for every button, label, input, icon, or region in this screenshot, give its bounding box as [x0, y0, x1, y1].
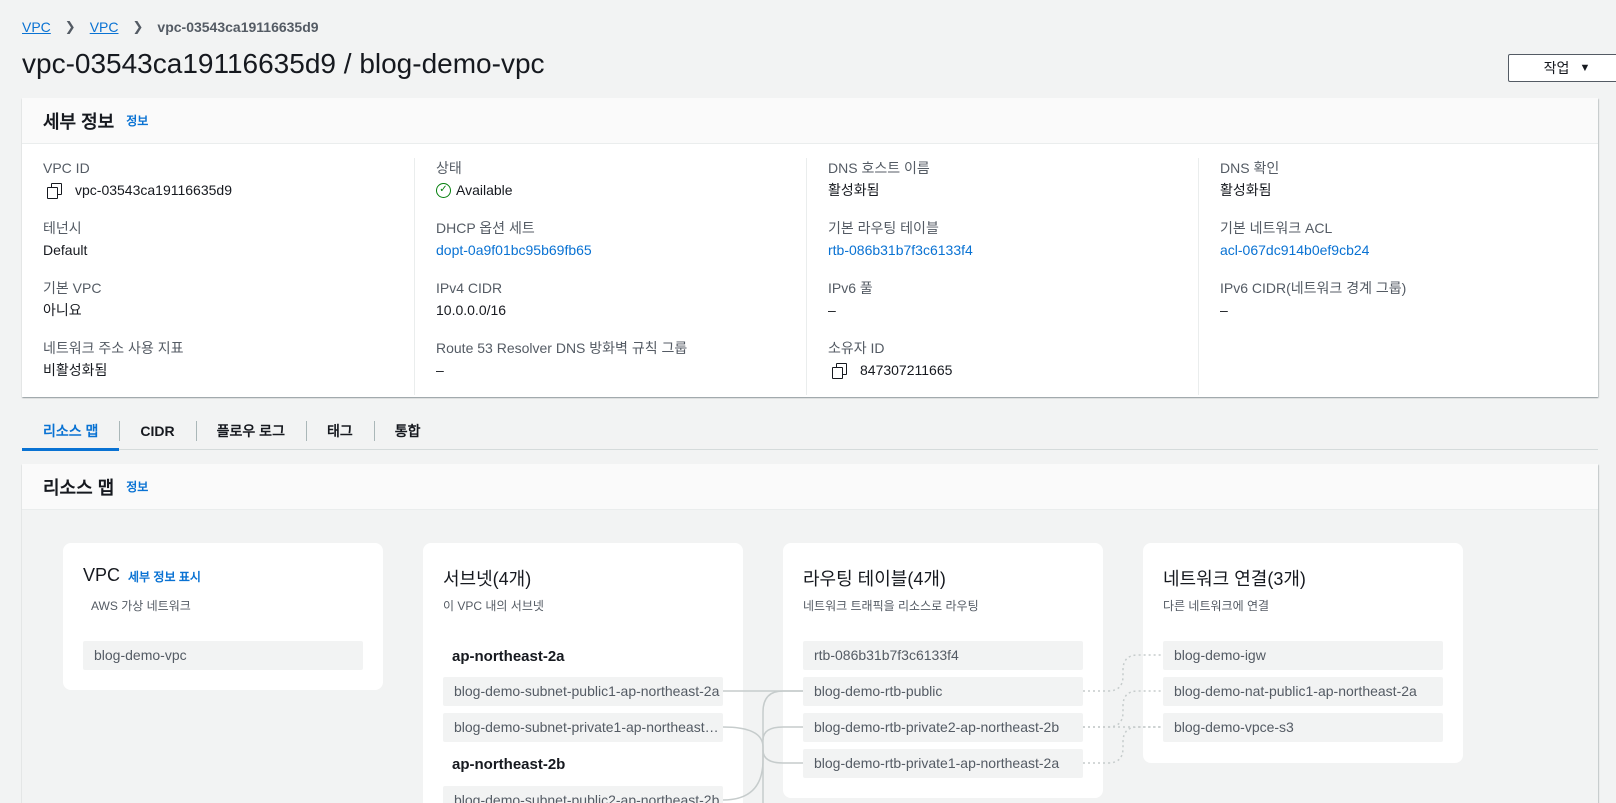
route-table-item[interactable]: blog-demo-rtb-private1-ap-northeast-2a: [803, 749, 1083, 778]
tab-cidr[interactable]: CIDR: [119, 412, 195, 450]
state-value: Available: [456, 182, 513, 198]
tab-bar: 리소스 맵 CIDR 플로우 로그 태그 통합: [22, 412, 1598, 451]
field-network-address-usage: 네트워크 주소 사용 지표 비활성화됨: [43, 338, 414, 398]
details-column-2: 상태 ✓ Available DHCP 옵션 세트 dopt-0a9f01bc95…: [414, 158, 806, 395]
field-ipv4-cidr: IPv4 CIDR 10.0.0.0/16: [436, 278, 806, 338]
az-label: ap-northeast-2a: [452, 648, 565, 665]
vpc-item[interactable]: blog-demo-vpc: [83, 641, 363, 670]
ipv6-pool-value: –: [828, 302, 836, 318]
details-header: 세부 정보 정보: [22, 98, 1598, 144]
field-label: 상태: [436, 160, 462, 176]
field-main-route-table: 기본 라우팅 테이블 rtb-086b31b7f3c6133f4: [828, 218, 1198, 278]
resource-map-info-link[interactable]: 정보: [126, 478, 148, 495]
field-label: DNS 확인: [1220, 160, 1280, 176]
subnet-item[interactable]: blog-demo-subnet-public1-ap-northeast-2a: [443, 677, 723, 706]
tab-integrations[interactable]: 통합: [373, 412, 442, 450]
network-connections-card-subtitle: 다른 네트워크에 연결: [1163, 599, 1270, 613]
resource-map-heading: 리소스 맵: [43, 477, 115, 498]
details-heading: 세부 정보: [43, 111, 115, 132]
tab-tags[interactable]: 태그: [305, 412, 374, 450]
details-column-1: VPC ID vpc-03543ca19116635d9 테넌시 Default…: [22, 158, 414, 395]
connection-item[interactable]: blog-demo-vpce-s3: [1163, 713, 1443, 742]
copy-icon[interactable]: [832, 363, 847, 379]
breadcrumb-current: vpc-03543ca19116635d9: [157, 19, 319, 35]
dns-hostnames-value: 활성화됨: [828, 182, 880, 198]
field-label: 기본 VPC: [43, 280, 102, 296]
field-main-network-acl: 기본 네트워크 ACL acl-067dc914b0ef9cb24: [1220, 218, 1590, 278]
field-route53-firewall: Route 53 Resolver DNS 방화벽 규칙 그룹 –: [436, 338, 806, 398]
vpc-card-subtitle: AWS 가상 네트워크: [91, 599, 191, 613]
actions-button[interactable]: 작업 ▼: [1508, 54, 1616, 82]
network-connections-card-title: 네트워크 연결(3개): [1163, 569, 1306, 589]
check-circle-icon: ✓: [436, 182, 451, 198]
subnet-item[interactable]: blog-demo-subnet-private1-ap-northeast-2…: [443, 713, 723, 742]
ipv6-cidr-value: –: [1220, 302, 1228, 318]
breadcrumb: VPC ❯ VPC ❯ vpc-03543ca19116635d9: [22, 16, 319, 38]
route-table-item[interactable]: blog-demo-rtb-private2-ap-northeast-2b: [803, 713, 1083, 742]
field-dns-resolution: DNS 확인 활성화됨: [1220, 158, 1590, 218]
copy-icon[interactable]: [47, 183, 62, 199]
field-label: 기본 네트워크 ACL: [1220, 220, 1333, 236]
show-details-link[interactable]: 세부 정보 표시: [128, 568, 201, 585]
route-tables-card-title: 라우팅 테이블(4개): [803, 569, 946, 589]
dns-resolution-value: 활성화됨: [1220, 182, 1272, 198]
actions-button-label: 작업: [1543, 60, 1570, 76]
tenancy-value: Default: [43, 242, 88, 258]
default-vpc-value: 아니요: [43, 302, 82, 318]
route-tables-card-subtitle: 네트워크 트래픽을 리소스로 라우팅: [803, 599, 979, 613]
chevron-right-icon: ❯: [132, 19, 144, 34]
field-label: 소유자 ID: [828, 340, 885, 356]
route53-firewall-value: –: [436, 362, 444, 378]
chevron-right-icon: ❯: [64, 19, 76, 34]
field-label: DHCP 옵션 세트: [436, 220, 535, 236]
page-title: vpc-03543ca19116635d9 / blog-demo-vpc: [22, 48, 545, 79]
tab-resource-map[interactable]: 리소스 맵: [22, 412, 120, 451]
field-label: 네트워크 주소 사용 지표: [43, 340, 184, 356]
caret-down-icon: ▼: [1579, 62, 1591, 74]
main-network-acl-link[interactable]: acl-067dc914b0ef9cb24: [1220, 238, 1590, 262]
field-default-vpc: 기본 VPC 아니요: [43, 278, 414, 338]
subnets-card-title: 서브넷(4개): [443, 569, 532, 589]
az-label: ap-northeast-2b: [452, 756, 566, 773]
details-panel: 세부 정보 정보 VPC ID vpc-03543ca19116635d9 테넌…: [22, 98, 1598, 397]
route-table-item[interactable]: rtb-086b31b7f3c6133f4: [803, 641, 1083, 670]
breadcrumb-vpc[interactable]: VPC: [90, 19, 119, 35]
vpc-card-title: VPC: [83, 565, 121, 585]
field-label: DNS 호스트 이름: [828, 160, 930, 176]
tab-flow-logs[interactable]: 플로우 로그: [195, 412, 306, 450]
field-dhcp-options: DHCP 옵션 세트 dopt-0a9f01bc95b69fb65: [436, 218, 806, 278]
ipv4-cidr-value: 10.0.0.0/16: [436, 302, 507, 318]
owner-id-value: 847307211665: [860, 362, 953, 378]
field-dns-hostnames: DNS 호스트 이름 활성화됨: [828, 158, 1198, 218]
field-label: IPv4 CIDR: [436, 280, 503, 296]
network-address-usage-value: 비활성화됨: [43, 362, 108, 378]
vpc-id-value: vpc-03543ca19116635d9: [75, 182, 232, 198]
field-ipv6-cidr: IPv6 CIDR(네트워크 경계 그룹) –: [1220, 278, 1590, 338]
breadcrumb-vpc-root[interactable]: VPC: [22, 19, 51, 35]
details-column-4: DNS 확인 활성화됨 기본 네트워크 ACL acl-067dc914b0ef…: [1198, 158, 1590, 395]
field-label: IPv6 CIDR(네트워크 경계 그룹): [1220, 280, 1407, 296]
resource-map-header: 리소스 맵 정보: [22, 464, 1598, 510]
field-label: Route 53 Resolver DNS 방화벽 규칙 그룹: [436, 340, 688, 356]
field-vpc-id: VPC ID vpc-03543ca19116635d9: [43, 158, 414, 218]
field-state: 상태 ✓ Available: [436, 158, 806, 218]
subnet-item[interactable]: blog-demo-subnet-public2-ap-northeast-2b: [443, 786, 723, 803]
field-label: VPC ID: [43, 160, 90, 176]
field-label: 기본 라우팅 테이블: [828, 220, 939, 236]
field-label: 테넌시: [43, 220, 82, 236]
details-info-link[interactable]: 정보: [126, 112, 148, 129]
subnets-card-subtitle: 이 VPC 내의 서브넷: [443, 599, 544, 613]
field-ipv6-pool: IPv6 풀 –: [828, 278, 1198, 338]
field-label: IPv6 풀: [828, 280, 873, 296]
field-tenancy: 테넌시 Default: [43, 218, 414, 278]
route-table-item[interactable]: blog-demo-rtb-public: [803, 677, 1083, 706]
connection-item[interactable]: blog-demo-nat-public1-ap-northeast-2a: [1163, 677, 1443, 706]
field-owner-id: 소유자 ID 847307211665: [828, 338, 1198, 398]
details-column-3: DNS 호스트 이름 활성화됨 기본 라우팅 테이블 rtb-086b31b7f…: [806, 158, 1198, 395]
connection-item[interactable]: blog-demo-igw: [1163, 641, 1443, 670]
dhcp-options-link[interactable]: dopt-0a9f01bc95b69fb65: [436, 238, 806, 262]
main-route-table-link[interactable]: rtb-086b31b7f3c6133f4: [828, 238, 1198, 262]
